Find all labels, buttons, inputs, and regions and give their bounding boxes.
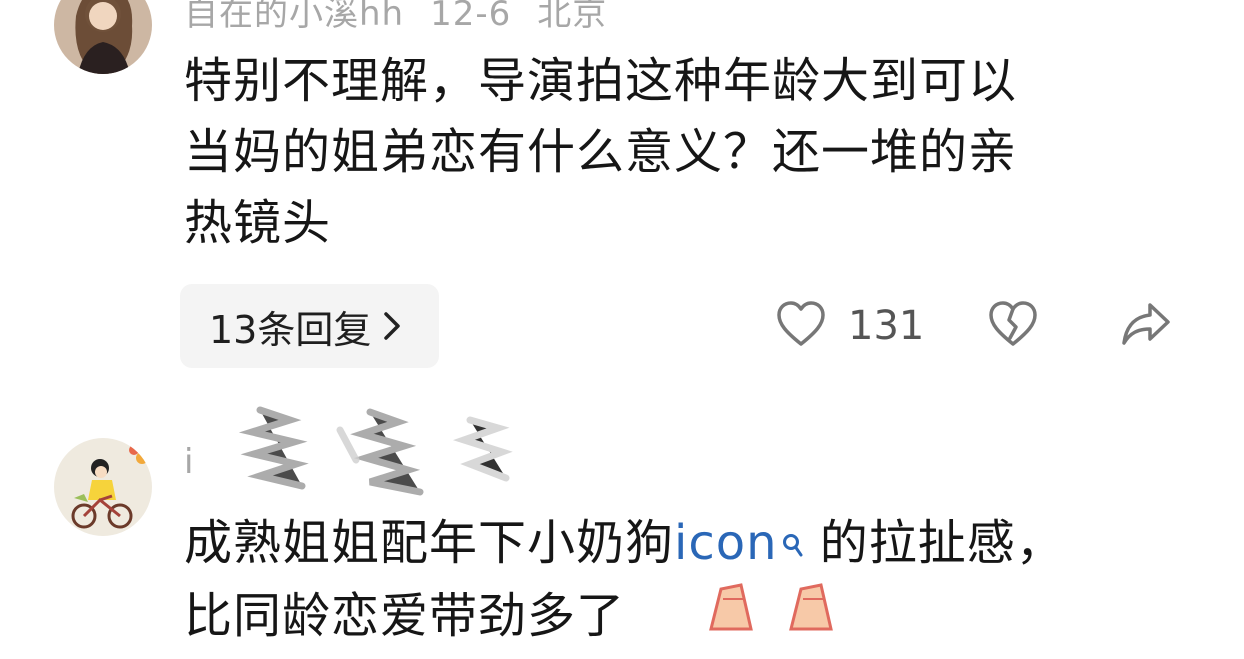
heart-icon (776, 300, 826, 352)
view-replies-label: 13条回复 (209, 307, 372, 352)
comment-text: 成熟姐姐配年下小奶狗icon 的拉扯感， 比同龄恋爱带劲多了 (184, 508, 1244, 659)
comment-text: 特别不理解，导演拍这种年龄大到可以 当妈的姐弟恋有什么意义？还一堆的亲 热镜头 (184, 46, 1174, 259)
comment-item: i 成熟姐姐配年下小奶狗icon 的拉扯感， 比同龄恋爱带劲多了 (0, 406, 1244, 644)
redaction-scribble (230, 400, 530, 504)
clapping-hands-emoji (701, 579, 871, 659)
like-count: 131 (848, 303, 925, 349)
comment-meta: 自在的小溪hh 12-6 北京 (184, 0, 633, 35)
search-icon[interactable] (782, 508, 804, 579)
comment-text-line: 当妈的姐弟恋有什么意义？还一堆的亲 (184, 124, 1018, 180)
comment-meta: i (184, 442, 220, 482)
broken-heart-icon (988, 300, 1038, 352)
chevron-right-icon (383, 311, 401, 341)
share-arrow-icon (1120, 300, 1172, 352)
avatar[interactable] (54, 0, 152, 74)
comment-text-line: 成熟姐姐配年下小奶狗icon 的拉扯感， (184, 508, 1244, 579)
comment-text-line2: 比同龄恋爱带劲多了 (184, 588, 626, 644)
comment-item: 自在的小溪hh 12-6 北京 特别不理解，导演拍这种年龄大到可以 当妈的姐弟恋有什… (0, 0, 1244, 380)
username[interactable]: i (184, 442, 194, 482)
comment-text-line: 特别不理解，导演拍这种年龄大到可以 (184, 53, 1018, 109)
view-replies-button[interactable]: 13条回复 (180, 284, 439, 368)
search-keyword-link[interactable]: icon (674, 515, 778, 571)
comment-location: 北京 (537, 0, 608, 34)
share-button[interactable] (1120, 300, 1172, 352)
comment-text-after: 的拉扯感， (803, 515, 1065, 571)
dislike-button[interactable] (988, 300, 1038, 352)
comment-text-before: 成熟姐姐配年下小奶狗 (184, 515, 675, 571)
like-button[interactable]: 131 (776, 300, 924, 352)
comment-text-line: 热镜头 (184, 195, 332, 251)
username[interactable]: 自在的小溪hh (184, 0, 404, 34)
comment-date: 12-6 (430, 0, 512, 34)
avatar[interactable] (54, 438, 152, 536)
comment-text-line: 比同龄恋爱带劲多了 (184, 579, 1244, 659)
